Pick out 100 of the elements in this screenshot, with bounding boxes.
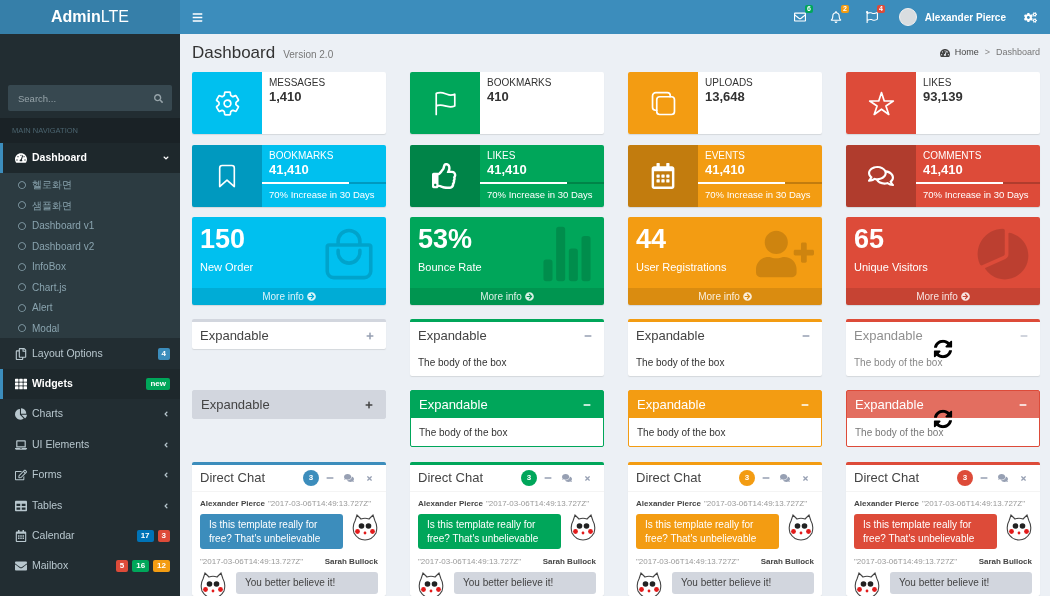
stat-value: 44 (636, 223, 668, 255)
page-title: Dashboard (192, 42, 276, 65)
expand-icon[interactable] (366, 331, 374, 340)
more-info-link[interactable]: More info (192, 288, 386, 305)
more-info-link[interactable]: More info (410, 288, 604, 305)
card-title: Direct Chat (418, 469, 484, 488)
count-badge: 3 (957, 470, 973, 486)
submenu-item[interactable]: Chart.js (0, 276, 180, 298)
stat-value: 53% (418, 223, 474, 255)
sidebar-item[interactable]: Tables (0, 490, 180, 521)
info-box-value: 41,410 (705, 162, 746, 178)
sidebar-badge: 17 (136, 529, 154, 542)
stat-label: New Order (200, 260, 254, 274)
info-box-value: 41,410 (269, 162, 310, 178)
info-box-value: 410 (487, 89, 510, 105)
message-author: Alexander Pierce (854, 499, 919, 509)
count-badge: 3 (739, 470, 755, 486)
page-subtitle: Version 2.0 (283, 48, 334, 63)
message-bubble: You better believe it! (890, 572, 1032, 594)
search-field[interactable]: Search... (8, 85, 144, 111)
speech-bubbles-icon (868, 163, 894, 189)
sidebar-badge: 4 (157, 347, 170, 360)
submenu-item[interactable]: Alert (0, 297, 180, 318)
more-info-link[interactable]: More info (846, 288, 1040, 305)
search-button[interactable] (144, 85, 172, 111)
close-icon[interactable] (802, 474, 809, 482)
sidebar-item[interactable]: Layout Options 4 (0, 338, 180, 369)
calendar-icon (650, 163, 676, 189)
expand-icon[interactable] (365, 400, 373, 409)
sidebar-item[interactable]: Charts (0, 399, 180, 430)
stat-value: 150 (200, 223, 247, 255)
sidebar-item[interactable]: UI Elements (0, 429, 180, 460)
minimize-icon[interactable] (980, 474, 988, 482)
chat-bubbles-icon[interactable] (780, 473, 790, 483)
envelope-icon (15, 560, 27, 573)
table-icon (15, 499, 27, 512)
minimize-icon[interactable] (544, 474, 552, 482)
sidebar-item[interactable]: Mailbox 5 16 12 (0, 551, 180, 582)
chat-bubbles-icon[interactable] (344, 473, 354, 483)
message-timestamp: "2017-03-06T14:49:13.727Z" (854, 557, 958, 567)
progress-description: 70% Increase in 30 Days (487, 188, 594, 202)
minimize-icon[interactable] (762, 474, 770, 482)
flag-icon[interactable] (865, 11, 878, 23)
message-timestamp: "2017-03-06T14:49:13.727Z" (703, 499, 808, 509)
envelope-icon[interactable] (793, 11, 806, 23)
menu-icon[interactable] (192, 11, 203, 23)
breadcrumb-link[interactable]: Home (939, 46, 979, 60)
cartoon-avatar-icon (570, 514, 596, 541)
info-box-label: LIKES (487, 150, 517, 162)
progress-description: 70% Increase in 30 Days (269, 188, 376, 202)
info-box-label: BOOKMARKS (487, 77, 552, 89)
logo[interactable]: AdminLTE (51, 7, 129, 27)
submenu-item[interactable]: 헬로화면 (0, 174, 180, 195)
close-icon[interactable] (1020, 474, 1027, 482)
close-icon[interactable] (584, 474, 591, 482)
card-title: Direct Chat (854, 469, 920, 488)
info-box-label: EVENTS (705, 150, 746, 162)
cartoon-avatar-icon (352, 514, 378, 541)
breadcrumb-separator: > (984, 46, 990, 60)
card-title: Expandable (418, 326, 487, 345)
count-badge: 3 (521, 470, 537, 486)
info-box-value: 41,410 (487, 162, 528, 178)
arrow-circle-right-icon (306, 292, 316, 301)
arrow-circle-right-icon (742, 292, 752, 301)
user-menu-button[interactable]: Alexander Pierce (889, 8, 1018, 26)
card-title: Expandable (201, 395, 270, 414)
minimize-icon[interactable] (326, 474, 334, 482)
card-body-text: The body of the box (418, 356, 507, 370)
copy-icon (649, 89, 677, 117)
search-icon (153, 93, 163, 103)
submenu-item[interactable]: InfoBox (0, 256, 180, 277)
sidebar-item[interactable]: Calendar 17 3 (0, 520, 180, 552)
settings-icon[interactable] (1023, 10, 1037, 24)
submenu-item[interactable]: Dashboard v2 (0, 235, 180, 257)
sidebar-badge: 12 (153, 560, 170, 573)
message-author: Alexander Pierce (418, 499, 483, 509)
card-body-text: The body of the box (637, 425, 726, 440)
bell-icon[interactable] (829, 11, 842, 23)
close-icon[interactable] (366, 474, 373, 482)
message-timestamp: "2017-03-06T14:49:13.727Z" (636, 557, 740, 567)
more-info-link[interactable]: More info (628, 288, 822, 305)
message-author: Alexander Pierce (636, 499, 701, 509)
cartoon-avatar-icon (1006, 514, 1032, 541)
message-bubble: Is this template really for free? That's unbelievable (418, 514, 561, 549)
card-title: Expandable (636, 326, 705, 345)
message-timestamp: "2017-03-06T14:49:13.727Z" (418, 557, 522, 567)
sidebar-item[interactable]: Forms (0, 459, 180, 491)
chat-bubbles-icon[interactable] (562, 473, 572, 483)
sidebar-item[interactable]: Dashboard (0, 143, 180, 174)
submenu-item[interactable]: Modal (0, 317, 180, 339)
submenu-item[interactable]: Dashboard v1 (0, 215, 180, 236)
card-body-text: The body of the box (854, 356, 943, 370)
message-author: Sarah Bullock (760, 557, 814, 567)
info-box-label: UPLOADS (705, 77, 753, 89)
chat-bubbles-icon[interactable] (998, 473, 1008, 483)
submenu-item[interactable]: 샘플화면 (0, 194, 180, 216)
info-box-value: 93,139 (923, 89, 963, 105)
gear-icon (213, 89, 241, 117)
progress-description: 70% Increase in 30 Days (705, 188, 812, 202)
sidebar-item[interactable]: Widgets new (0, 368, 180, 400)
